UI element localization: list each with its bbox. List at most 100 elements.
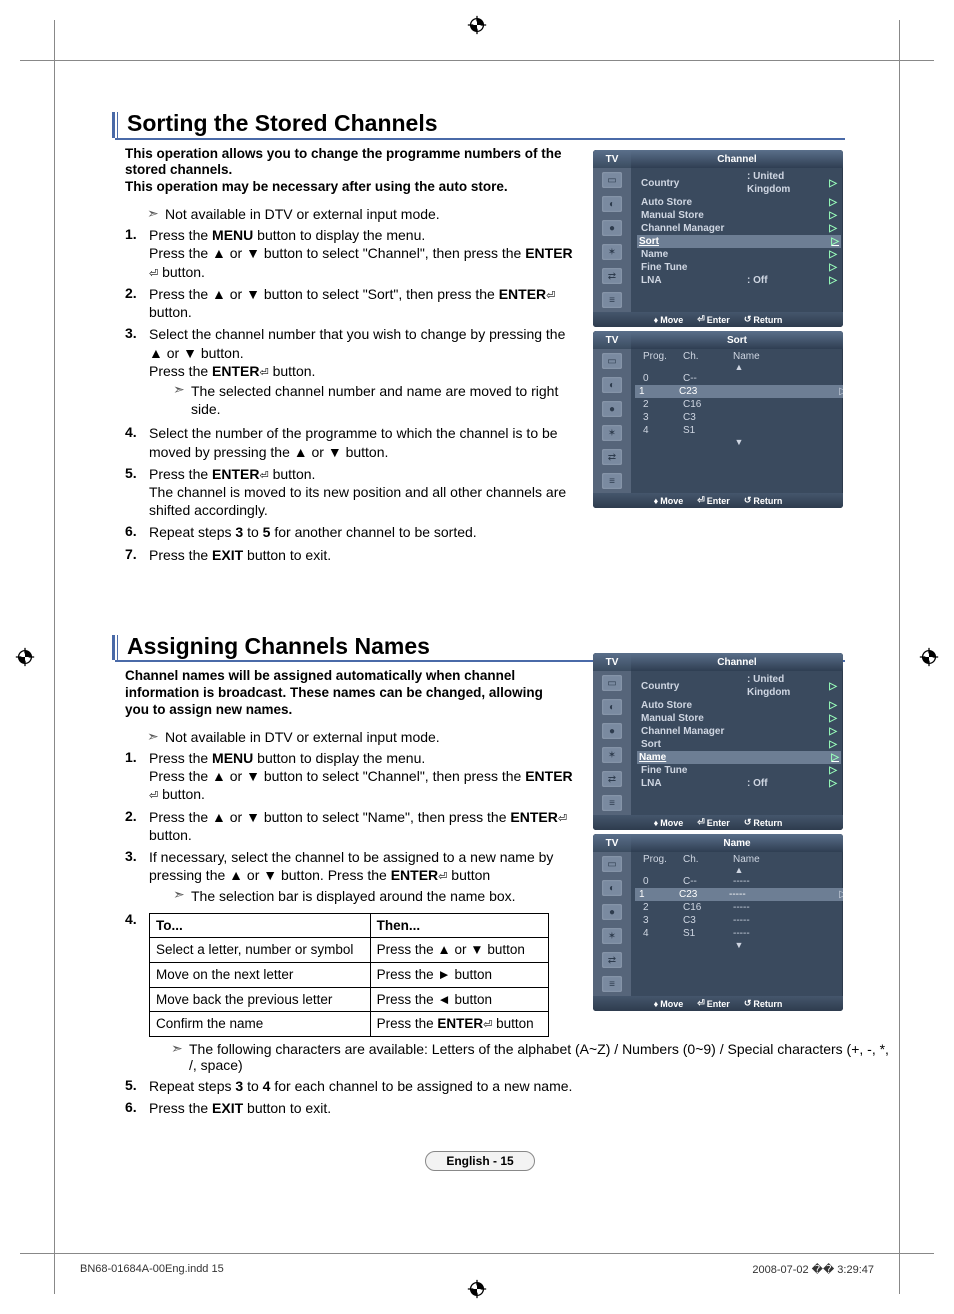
action-table: To...Then... Select a letter, number or … (149, 913, 549, 1037)
chevron-down-icon: ▼ (639, 940, 839, 950)
txt: button. (149, 304, 192, 320)
dtv-icon: ≡ (602, 473, 622, 489)
step-num: 2. (125, 808, 149, 824)
cell: S1 (683, 927, 733, 940)
sound-icon: ◐ (602, 196, 622, 212)
section1-steps: ➣ Not available in DTV or external input… (125, 206, 575, 564)
txt: The selection bar is displayed around th… (191, 887, 516, 905)
txt: ENTER (212, 466, 259, 482)
osd-title: Channel (631, 150, 843, 168)
input-icon: ⇄ (602, 268, 622, 284)
enter-icon: ⏎ (483, 1018, 492, 1032)
txt: button. (269, 466, 316, 482)
osd-item: Sort (641, 738, 827, 751)
channel-icon: ● (602, 904, 622, 920)
txt: button to display the menu. (253, 227, 425, 243)
section1-intro: This operation allows you to change the … (125, 146, 570, 197)
step-num: 3. (125, 848, 149, 864)
td: Select a letter, number or symbol (150, 938, 371, 963)
channel-icon: ● (602, 220, 622, 236)
chevron-up-icon: ▲ (639, 362, 839, 372)
dtv-icon: ≡ (602, 795, 622, 811)
osd-item: Fine Tune (641, 261, 827, 274)
osd-item: Fine Tune (641, 764, 827, 777)
txt: Select the channel number that you wish … (149, 326, 565, 360)
th: To... (150, 913, 371, 938)
td: Press the ► button (370, 962, 548, 987)
step-num: 7. (125, 546, 149, 562)
chevron-right-icon: ▷ (827, 725, 837, 738)
step-body: Press the ENTER⏎ button. The channel is … (149, 465, 575, 520)
cell: 2 (643, 901, 683, 914)
col-name: Name (733, 351, 835, 362)
cell (733, 424, 835, 437)
cell: ----- (729, 888, 839, 901)
cell: C16 (683, 901, 733, 914)
osd-footer-label: Move (660, 496, 683, 506)
col-name: Name (733, 854, 835, 865)
col-ch: Ch. (683, 854, 733, 865)
td: Move on the next letter (150, 962, 371, 987)
step-body: Select the channel number that you wish … (149, 325, 575, 420)
return-icon: ↺ (744, 817, 752, 828)
chevron-right-icon: ▷ (827, 738, 837, 751)
step-num: 1. (125, 749, 149, 765)
txt: Press the (149, 466, 212, 482)
chevron-up-icon: ▲ (639, 865, 839, 875)
registration-mark-icon (918, 646, 940, 668)
note-arrow-icon: ➣ (147, 206, 165, 221)
step-body: Select the number of the programme to wh… (149, 424, 575, 460)
osd-footer-label: Move (660, 818, 683, 828)
step-num: 2. (125, 285, 149, 301)
note-arrow-icon: ➣ (171, 1041, 189, 1056)
txt: The selected channel number and name are… (191, 382, 575, 418)
picture-icon: ▭ (602, 675, 622, 691)
cell: 0 (643, 372, 683, 385)
chevron-right-icon: ▷ (827, 222, 837, 235)
osd-item: Country (641, 680, 747, 693)
step-body: Press the ▲ or ▼ button to select "Name"… (149, 808, 575, 844)
chevron-right-icon: ▷ (827, 712, 837, 725)
sound-icon: ◐ (602, 699, 622, 715)
enter-icon: ⏎ (259, 366, 268, 380)
td: Press the ▲ or ▼ button (370, 938, 548, 963)
cell (733, 411, 835, 424)
txt: button. (158, 786, 205, 802)
txt: to (243, 524, 262, 540)
osd-item: LNA (641, 274, 747, 287)
chevron-right-icon: ▷ (827, 209, 837, 222)
enter-icon: ⏎ (697, 495, 705, 506)
txt: ENTER (525, 245, 572, 261)
osd-footer-label: Move (660, 315, 683, 325)
cell: C23 (679, 385, 729, 398)
txt: Press the ▲ or ▼ button to select "Sort"… (149, 286, 499, 302)
osd-item: Name (641, 248, 827, 261)
setup-icon: ✶ (602, 425, 622, 441)
cell: 1 (639, 888, 679, 901)
txt: EXIT (212, 1100, 243, 1116)
step-num: 6. (125, 523, 149, 539)
step-body: Repeat steps 3 to 4 for each channel to … (149, 1077, 575, 1095)
cell: C23 (679, 888, 729, 901)
updown-icon: ♦ (654, 496, 659, 506)
setup-icon: ✶ (602, 928, 622, 944)
channel-icon: ● (602, 401, 622, 417)
txt: MENU (212, 750, 253, 766)
osd-item: Manual Store (641, 209, 827, 222)
step-body: Press the MENU button to display the men… (149, 749, 575, 804)
osd-item: Country (641, 177, 747, 190)
txt: ENTER (510, 809, 557, 825)
osd-title: Channel (631, 653, 843, 671)
txt: Press the (149, 750, 212, 766)
osd-item: LNA (641, 777, 747, 790)
cell (733, 398, 835, 411)
osd-val: : United Kingdom (747, 170, 827, 196)
txt: to (243, 1078, 262, 1094)
cell: C3 (683, 914, 733, 927)
osd-channel-menu-sort: TV Channel ▭ ◐ ● ✶ ⇄ ≡ Country: United K… (593, 150, 843, 327)
cell: 3 (643, 914, 683, 927)
input-icon: ⇄ (602, 449, 622, 465)
txt: EXIT (212, 547, 243, 563)
registration-mark-icon (466, 14, 488, 36)
cell: C-- (683, 372, 733, 385)
